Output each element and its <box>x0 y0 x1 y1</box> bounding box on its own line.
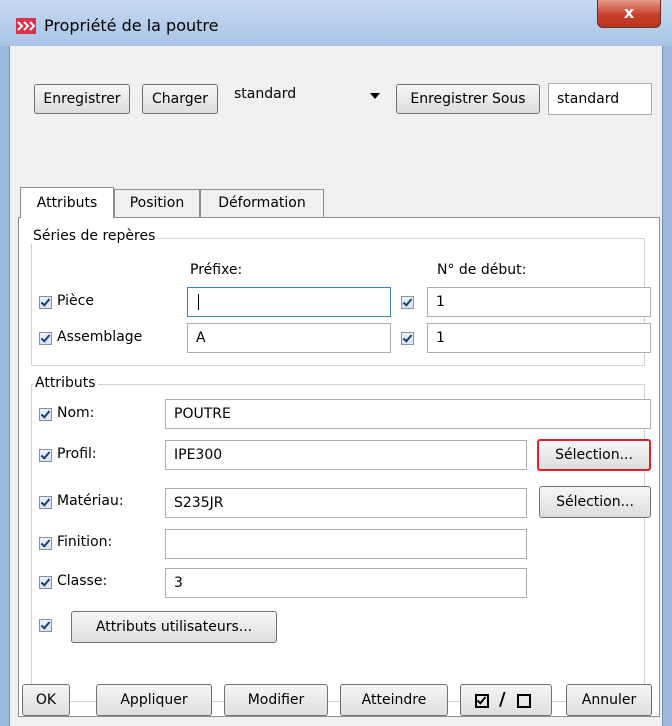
save-button[interactable]: Enregistrer <box>34 84 130 114</box>
attributes-group-label: Attributs <box>33 375 98 391</box>
prefix-header: Préfixe: <box>190 262 243 278</box>
save-as-name-field[interactable]: standard <box>548 83 652 115</box>
profile-field[interactable]: IPE300 <box>165 440 527 470</box>
toggle-separator: / <box>499 689 506 710</box>
checked-box-icon <box>475 694 489 708</box>
tab-position[interactable]: Position <box>114 189 200 217</box>
chevron-down-icon <box>370 93 380 99</box>
assembly-checkbox[interactable] <box>39 332 52 345</box>
material-select-button[interactable]: Sélection... <box>539 486 651 518</box>
start-number-header: N° de début: <box>437 262 527 278</box>
text-cursor <box>198 294 199 310</box>
toggle-all-checkboxes-button[interactable]: / <box>460 684 552 716</box>
piece-start-checkbox[interactable] <box>401 296 414 309</box>
assembly-label: Assemblage <box>57 329 143 345</box>
piece-checkbox[interactable] <box>39 296 52 309</box>
assembly-start-checkbox[interactable] <box>401 332 414 345</box>
load-button[interactable]: Charger <box>142 84 218 114</box>
user-attributes-button[interactable]: Attributs utilisateurs... <box>71 611 277 643</box>
dialog-window: Propriété de la poutre x Enregistrer Cha… <box>0 0 672 726</box>
get-button[interactable]: Atteindre <box>340 684 448 716</box>
assembly-prefix-field[interactable]: A <box>187 323 391 353</box>
class-checkbox[interactable] <box>39 576 52 589</box>
class-field[interactable]: 3 <box>165 568 527 598</box>
profile-label: Profil: <box>57 446 97 462</box>
preset-dropdown[interactable]: standard <box>228 82 390 112</box>
piece-start-field[interactable]: 1 <box>427 287 651 317</box>
preset-dropdown-value: standard <box>234 86 297 102</box>
unchecked-box-icon <box>517 694 531 708</box>
user-attributes-checkbox[interactable] <box>39 619 52 632</box>
tab-attributs[interactable]: Attributs <box>20 187 114 218</box>
cancel-button[interactable]: Annuler <box>566 684 652 716</box>
profile-select-button[interactable]: Sélection... <box>537 439 651 471</box>
ok-button[interactable]: OK <box>22 684 70 716</box>
apply-button[interactable]: Appliquer <box>96 684 212 716</box>
class-label: Classe: <box>57 573 108 589</box>
name-label: Nom: <box>57 405 95 421</box>
title-bar[interactable]: Propriété de la poutre x <box>0 0 672 46</box>
profile-checkbox[interactable] <box>39 449 52 462</box>
name-checkbox[interactable] <box>39 408 52 421</box>
close-icon: x <box>623 3 635 22</box>
dialog-body: Enregistrer Charger standard Enregistrer… <box>9 46 663 726</box>
material-label: Matériau: <box>57 493 124 509</box>
tab-panel-attributs: Séries de repères Préfixe: N° de début: … <box>18 217 660 717</box>
material-checkbox[interactable] <box>39 496 52 509</box>
piece-prefix-field[interactable] <box>187 287 391 317</box>
window-title: Propriété de la poutre <box>44 16 219 35</box>
tab-deformation[interactable]: Déformation <box>200 189 324 217</box>
modify-button[interactable]: Modifier <box>224 684 328 716</box>
piece-label: Pièce <box>57 293 94 309</box>
name-field[interactable]: POUTRE <box>165 399 651 429</box>
finish-label: Finition: <box>57 534 113 550</box>
close-button[interactable]: x <box>597 0 661 28</box>
finish-checkbox[interactable] <box>39 537 52 550</box>
save-as-button[interactable]: Enregistrer Sous <box>396 84 540 114</box>
assembly-start-field[interactable]: 1 <box>427 323 651 353</box>
numbering-group-label: Séries de repères <box>31 228 158 244</box>
finish-field[interactable] <box>165 529 527 559</box>
material-field[interactable]: S235JR <box>165 488 527 518</box>
app-icon <box>16 18 36 34</box>
